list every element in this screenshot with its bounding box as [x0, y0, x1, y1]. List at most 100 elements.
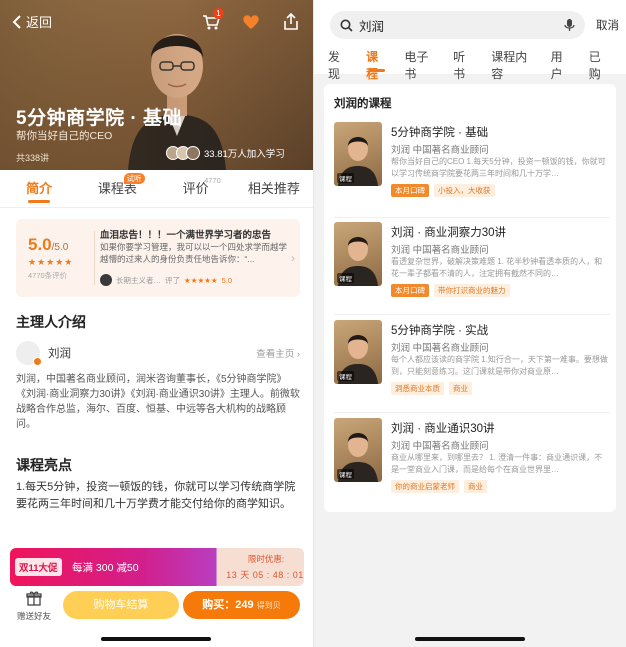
rating-stars: ★★★★★ — [28, 257, 74, 267]
course-tags: 本月口碑 带你打识商业的魅力 — [391, 284, 510, 297]
cart-badge: 1 — [213, 8, 224, 19]
review-count-badge: 4770 — [204, 176, 221, 185]
divider — [94, 231, 95, 285]
tab-label: 相关推荐 — [247, 181, 300, 196]
review-body: 如果你要学习管理，我可以以一个四处求学而越学越懵的过来人的身份负责任地告诉你：“… — [100, 242, 288, 264]
lesson-count: 共338讲 — [16, 153, 50, 163]
course-title: 5分钟商学院 · 基础 — [16, 108, 182, 129]
tag-badge: 小投入，大收获 — [434, 184, 495, 197]
course-result-item[interactable]: 课程 刘润 · 商业通识30讲 刘润 中国著名商业顾问 商业从哪里来，到哪里去？… — [334, 418, 610, 510]
course-author: 刘润 中国著名商业顾问 — [391, 343, 489, 354]
learner-count: 33.81万人加入学习 — [166, 146, 285, 160]
chevron-right-icon: › — [291, 251, 295, 265]
course-title: 刘润 · 商业通识30讲 — [391, 423, 495, 435]
tab-schedule[interactable]: 课程表 试听 — [78, 170, 156, 207]
course-thumbnail: 课程 — [334, 418, 382, 482]
rating-count: 4770条评价 — [28, 271, 68, 280]
thumb-label: 课程 — [337, 469, 354, 479]
search-category-tabs: 发现 课程 电子书 听书 课程内容 用户 已购 — [328, 48, 626, 81]
gift-label: 赠送好友 — [16, 611, 51, 621]
course-detail-screen: 返回 1 5分钟商学院 · 基础 帮你当好自己的CEO 共338讲 33.81万… — [0, 0, 313, 647]
course-hero-banner: 返回 1 5分钟商学院 · 基础 帮你当好自己的CEO 共338讲 33.81万… — [0, 0, 313, 170]
course-result-item[interactable]: 课程 5分钟商学院 · 实战 刘润 中国著名商业顾问 每个人都应该读的商学院 1… — [334, 320, 610, 412]
tab-related[interactable]: 相关推荐 — [235, 170, 313, 207]
buy-label: 购买：249 — [202, 599, 254, 611]
tab-purchased[interactable]: 已购 — [589, 48, 610, 81]
course-description: 商业从哪里来，到哪里去？ 1. 澄清一件事：商业通识课，不是一堂商业入门课，而是… — [391, 453, 603, 474]
host-name: 刘润 — [48, 348, 71, 360]
search-results-screen: 刘润 取消 发现 课程 电子书 听书 课程内容 用户 已购 刘润的课程 课程 5… — [313, 0, 626, 647]
rating-score: 5.0/5.0 — [28, 235, 68, 255]
home-indicator — [415, 637, 525, 641]
cart-button[interactable]: 1 — [201, 8, 224, 32]
share-button[interactable] — [281, 12, 301, 32]
tab-ebooks[interactable]: 电子书 — [404, 48, 436, 81]
join-text: 33.81万人加入学习 — [204, 149, 285, 160]
cart-checkout-button[interactable]: 购物车结算 — [63, 591, 179, 619]
search-header: 刘润 取消 发现 课程 电子书 听书 课程内容 用户 已购 — [314, 0, 626, 81]
view-homepage-link[interactable]: 查看主页 › — [256, 346, 300, 360]
chevron-left-icon — [12, 14, 21, 29]
tag-badge: 洞悉商业本质 — [391, 382, 444, 395]
limit-label: 限时优惠: — [247, 554, 285, 564]
course-description: 看透复杂世界，破解决策难题 1. 花半秒钟看透本质的人，和花一辈子都看不清的人，… — [391, 257, 603, 278]
favorite-button[interactable] — [241, 12, 261, 32]
rating-value: 5.0 — [28, 235, 52, 254]
host-bio: 刘润，中国著名商业顾问，润米咨询董事长，《5分钟商学院》《刘润·商业洞察力30讲… — [16, 374, 300, 430]
course-title: 5分钟商学院 · 实战 — [391, 325, 489, 337]
course-description: 帮你当好自己的CEO 1.每天5分钟，投资一顿饭的钱，你就可以学习传统商学院要花… — [391, 157, 606, 178]
tab-audiobooks[interactable]: 听书 — [453, 48, 474, 81]
course-thumbnail: 课程 — [334, 320, 382, 384]
cancel-button[interactable]: 取消 — [596, 17, 619, 33]
course-thumbnail: 课程 — [334, 222, 382, 286]
top-actions: 1 — [201, 8, 301, 32]
tab-courses[interactable]: 课程 — [366, 48, 387, 81]
divider — [334, 314, 610, 315]
avatar — [186, 146, 200, 160]
microphone-icon[interactable] — [564, 18, 575, 32]
tab-discover[interactable]: 发现 — [328, 48, 349, 81]
tab-reviews[interactable]: 评价 4770 — [157, 170, 235, 207]
learner-avatars — [166, 146, 200, 160]
rating-max: /5.0 — [51, 242, 69, 253]
course-title: 5分钟商学院 · 基础 — [391, 127, 489, 139]
review-user-score: 5.0 — [221, 275, 233, 285]
tab-intro[interactable]: 简介 — [0, 170, 78, 207]
back-button[interactable]: 返回 — [12, 12, 52, 31]
tab-course-content[interactable]: 课程内容 — [491, 48, 533, 81]
course-result-item[interactable]: 课程 刘润 · 商业洞察力30讲 刘润 中国著名商业顾问 看透复杂世界，破解决策… — [334, 222, 610, 314]
course-tags: 本月口碑 小投入，大收获 — [391, 184, 495, 197]
thumb-label: 课程 — [337, 371, 354, 381]
tab-users[interactable]: 用户 — [551, 48, 572, 81]
search-icon — [340, 19, 353, 32]
results-section-title: 刘润的课程 — [334, 98, 392, 110]
divider — [334, 412, 610, 413]
search-query: 刘润 — [359, 19, 385, 34]
promo-badge: 双11大促 — [15, 558, 62, 576]
buy-button[interactable]: 购买：249 得到贝 — [183, 591, 300, 619]
review-summary-card[interactable]: 5.0/5.0 ★★★★★ 4770条评价 血泪忠告！！！一个满世界学习者的忠告… — [16, 219, 300, 297]
host-row[interactable]: 刘润 查看主页 › — [16, 340, 300, 366]
highlight-text: 1.每天5分钟，投资一顿饭的钱，你就可以学习传统商学院要花两三年时间和几十万学费… — [16, 481, 296, 510]
tab-label: 简介 — [26, 181, 53, 196]
host-section-title: 主理人介绍 — [16, 314, 86, 330]
back-label: 返回 — [26, 15, 53, 30]
tag-badge: 商业 — [464, 480, 487, 493]
course-tags: 洞悉商业本质 商业 — [391, 382, 472, 395]
tag-badge: 商业 — [449, 382, 472, 395]
trial-tag: 试听 — [123, 173, 145, 184]
course-thumbnail: 课程 — [334, 122, 382, 186]
buy-unit: 得到贝 — [256, 601, 281, 610]
countdown-timer: 13 天 05 : 48 : 01 — [226, 570, 304, 580]
course-author: 刘润 中国著名商业顾问 — [391, 245, 489, 256]
search-input[interactable]: 刘润 — [330, 11, 585, 39]
avatar — [100, 274, 112, 286]
course-tags: 你的商业启蒙老师 商业 — [391, 480, 487, 493]
promo-text: 每满 300 减50 — [72, 562, 139, 574]
tag-badge: 带你打识商业的魅力 — [434, 284, 510, 297]
promo-banner[interactable]: 双11大促 每满 300 减50 限时优惠: 13 天 05 : 48 : 01 — [10, 548, 304, 586]
purchase-bar: 赠送好友 购物车结算 购买：249 得到贝 — [0, 590, 313, 630]
gift-button[interactable]: 赠送好友 — [14, 590, 54, 622]
top-bar: 返回 1 — [12, 8, 301, 36]
course-result-item[interactable]: 课程 5分钟商学院 · 基础 刘润 中国著名商业顾问 帮你当好自己的CEO 1.… — [334, 122, 610, 214]
